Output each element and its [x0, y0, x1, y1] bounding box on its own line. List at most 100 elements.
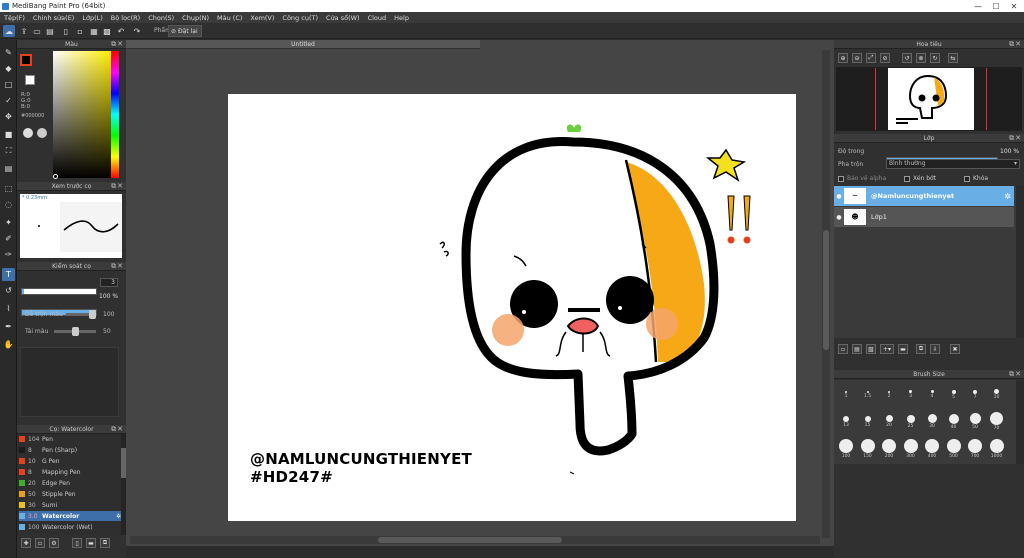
brush-size-option[interactable]: 4 — [922, 382, 942, 407]
brush-size-option[interactable]: 15 — [858, 409, 878, 434]
menu-tools[interactable]: Công cụ(T) — [278, 14, 322, 22]
brush-size-value[interactable]: 3 — [100, 278, 118, 287]
close-button[interactable]: ✕ — [1006, 0, 1022, 12]
page-icon[interactable]: ▯ — [60, 25, 72, 37]
brush-size-option[interactable]: 3 — [901, 382, 921, 407]
delete-layer-icon[interactable]: ✖ — [950, 344, 960, 354]
protect-alpha-checkbox[interactable]: Bảo vệ alpha — [838, 175, 886, 182]
new-8bit-layer-icon[interactable]: ▧ — [866, 344, 876, 354]
dot-tool-icon[interactable]: ✓ — [2, 94, 15, 107]
primary-color-swatch[interactable] — [20, 54, 32, 66]
brush-size-option[interactable]: 20 — [879, 409, 899, 434]
panel-controls[interactable]: ⧉✕ — [111, 182, 124, 191]
brush-size-option[interactable]: 200 — [879, 436, 899, 461]
chat-icon[interactable]: ▤ — [44, 25, 56, 37]
new-brush-icon[interactable]: ▫ — [35, 538, 45, 548]
brush-settings-icon[interactable]: ⚙ — [49, 538, 59, 548]
pen-tool-icon[interactable]: ✒ — [2, 320, 15, 333]
operation-tool-icon[interactable]: ↺ — [2, 284, 15, 297]
gradient-tool-icon[interactable]: ▤ — [2, 162, 15, 175]
brush-item[interactable]: 8 Mapping Pen — [19, 467, 123, 477]
brush-size-option[interactable]: 400 — [922, 436, 942, 461]
cloud-icon[interactable]: ☁ — [3, 25, 15, 37]
select-tool-icon[interactable]: ⬚ — [2, 182, 15, 195]
menu-help[interactable]: Help — [390, 14, 413, 22]
menu-window[interactable]: Cửa sổ(W) — [322, 14, 364, 22]
brush-copy-icon[interactable]: ▯ — [72, 538, 82, 548]
brush-item[interactable]: 8 Pen (Sharp) — [19, 445, 123, 455]
move-tool-icon[interactable]: ✥ — [2, 110, 15, 123]
layer-item[interactable]: ● ☻ Lớp1 — [834, 207, 1014, 227]
hue-slider[interactable] — [111, 51, 119, 178]
add-layer-dropdown-icon[interactable]: +▾ — [880, 344, 894, 354]
brush-size-option[interactable]: 13 — [836, 409, 856, 434]
brush-item[interactable]: 104 Pen — [19, 434, 123, 444]
navigator-viewport[interactable] — [836, 67, 1022, 131]
brush-size-option[interactable]: 30 — [922, 409, 942, 434]
menu-view[interactable]: Xem(V) — [246, 14, 278, 22]
brush-item[interactable]: 100 Watercolor (Wet) — [19, 522, 123, 532]
brush-item[interactable]: 10 G Pen — [19, 456, 123, 466]
shape-tool-icon[interactable]: □ — [2, 78, 15, 91]
brush-size-option[interactable]: 300 — [901, 436, 921, 461]
rotate-right-icon[interactable]: ↻ — [930, 53, 940, 63]
lock-checkbox[interactable]: Khóa — [964, 175, 988, 182]
new-halftone-layer-icon[interactable]: ▤ — [852, 344, 862, 354]
brush-size-option[interactable]: 1.5 — [858, 382, 878, 407]
merge-layer-icon[interactable]: ⇩ — [930, 344, 940, 354]
brush-size-option[interactable]: 150 — [858, 436, 878, 461]
menu-filter[interactable]: Bộ lọc(R) — [107, 14, 144, 22]
blend-slider[interactable] — [66, 310, 96, 319]
select-eraser-tool-icon[interactable]: ✑ — [2, 248, 15, 261]
lasso-tool-icon[interactable]: ◌ — [2, 198, 15, 211]
blend-slider-knob[interactable] — [89, 310, 96, 319]
text-tool-icon[interactable]: T — [2, 268, 15, 281]
brush-size-option[interactable]: 1 — [836, 382, 856, 407]
snap-off-button[interactable]: ⊘ Đặt lại — [168, 25, 202, 37]
panel-controls[interactable]: ⧉✕ — [111, 425, 124, 434]
flip-icon[interactable]: ⇆ — [948, 53, 958, 63]
hand-tool-icon[interactable]: ✋ — [2, 338, 15, 351]
eraser-tool-icon[interactable]: ◆ — [2, 62, 15, 75]
dropper-tool-icon[interactable]: ⌇ — [2, 302, 15, 315]
brush-size-option[interactable]: 50 — [965, 409, 985, 434]
brush-size-option[interactable]: 7 — [965, 382, 985, 407]
clipping-checkbox[interactable]: Xén bớt — [904, 175, 936, 182]
paint-slider[interactable] — [54, 327, 96, 336]
panel-controls[interactable]: ⧉✕ — [1009, 370, 1022, 379]
panel-controls[interactable]: ⧉✕ — [1009, 40, 1022, 49]
horizontal-scrollbar[interactable] — [130, 536, 820, 544]
menu-capture[interactable]: Chụp(N) — [178, 14, 213, 22]
rotate-reset-icon[interactable]: ⊗ — [916, 53, 926, 63]
eye-icon[interactable]: ● — [834, 214, 844, 221]
layer-blend-select[interactable]: Bình thường ▾ — [886, 159, 1020, 169]
color-wheel-icon[interactable] — [37, 128, 47, 138]
comment-icon[interactable]: ▭ — [31, 25, 43, 37]
tile-icon[interactable]: ▩ — [101, 25, 113, 37]
brush-size-slider[interactable] — [21, 288, 97, 295]
gear-icon[interactable]: ✲ — [1004, 192, 1011, 201]
brush-size-option[interactable]: 70 — [987, 409, 1007, 434]
brush-size-option[interactable]: 500 — [944, 436, 964, 461]
saturation-value-picker[interactable] — [53, 51, 111, 178]
brush-folder-icon[interactable]: ▬ — [86, 538, 96, 548]
bucket-tool-icon[interactable]: ⛶ — [2, 144, 15, 157]
secondary-color-swatch[interactable] — [25, 75, 35, 85]
upload-icon[interactable]: ⇪ — [18, 25, 30, 37]
brush-size-option[interactable]: 1000 — [987, 436, 1007, 461]
select-pen-tool-icon[interactable]: ✐ — [2, 232, 15, 245]
menu-cloud[interactable]: Cloud — [364, 14, 391, 22]
actual-size-icon[interactable]: ⊘ — [880, 53, 890, 63]
rotate-left-icon[interactable]: ↺ — [902, 53, 912, 63]
paint-slider-knob[interactable] — [71, 327, 79, 336]
menu-file[interactable]: Tệp(F) — [0, 14, 29, 22]
panel-controls[interactable]: ⧉✕ — [1009, 134, 1022, 143]
grid-icon[interactable]: ▦ — [88, 25, 100, 37]
fill-rect-tool-icon[interactable]: ■ — [2, 128, 15, 141]
menu-color[interactable]: Màu (C) — [213, 14, 246, 22]
brush-item[interactable]: 30 Sumi — [19, 500, 123, 510]
fit-icon[interactable]: ⤢ — [866, 53, 876, 63]
vertical-scrollbar-thumb[interactable] — [823, 230, 829, 350]
zoom-in-icon[interactable]: ⊕ — [838, 53, 848, 63]
magic-wand-tool-icon[interactable]: ✦ — [2, 216, 15, 229]
